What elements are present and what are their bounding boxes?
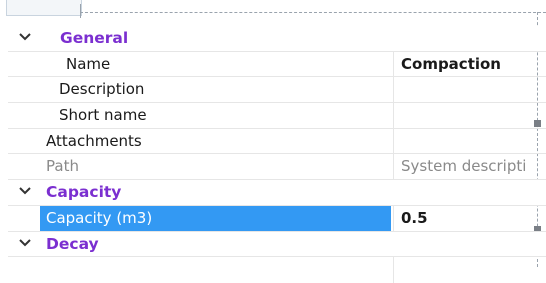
property-description-value[interactable] [393, 77, 546, 103]
property-row-attachments[interactable]: Attachments [8, 128, 546, 155]
chevron-down-icon[interactable] [18, 184, 32, 198]
property-grid-window: General Name Compaction Description Shor… [0, 0, 546, 283]
category-label-capacity: Capacity [46, 183, 122, 202]
property-name-value[interactable]: Compaction [393, 51, 546, 77]
property-partial-value[interactable] [393, 257, 546, 283]
category-label-decay: Decay [46, 234, 99, 253]
toolbar-tab[interactable] [6, 0, 82, 16]
property-partial-label [46, 257, 397, 283]
property-description-label: Description [59, 80, 145, 99]
category-label-general: General [60, 29, 129, 47]
property-capacity-m3-label: Capacity (m3) [40, 205, 391, 231]
property-grid: General Name Compaction Description Shor… [8, 26, 546, 283]
property-row-short-name[interactable]: Short name [8, 103, 546, 129]
property-short-name-value[interactable] [393, 103, 546, 128]
property-path-label: Path [46, 157, 79, 176]
property-row-capacity-m3[interactable]: Capacity (m3) 0.5 [8, 205, 546, 232]
property-row-partial[interactable] [8, 257, 546, 283]
property-attachments-value[interactable] [393, 128, 546, 154]
category-decay[interactable]: Decay [8, 231, 546, 258]
selection-border-top [80, 12, 546, 13]
property-row-name[interactable]: Name Compaction [8, 51, 546, 78]
chevron-down-icon[interactable] [18, 30, 32, 44]
category-general[interactable]: General [8, 26, 546, 52]
property-row-description[interactable]: Description [8, 77, 546, 104]
property-attachments-label: Attachments [46, 131, 142, 150]
splitter-tick [80, 4, 81, 18]
property-capacity-m3-value[interactable]: 0.5 [393, 205, 546, 231]
property-short-name-label: Short name [59, 106, 147, 125]
chevron-down-icon[interactable] [18, 236, 32, 250]
toolbar-strip [0, 0, 546, 26]
category-capacity[interactable]: Capacity [8, 180, 546, 206]
property-name-label: Name [66, 54, 111, 73]
property-row-path[interactable]: Path System descripti [8, 154, 546, 181]
property-path-value: System descripti [393, 154, 546, 180]
